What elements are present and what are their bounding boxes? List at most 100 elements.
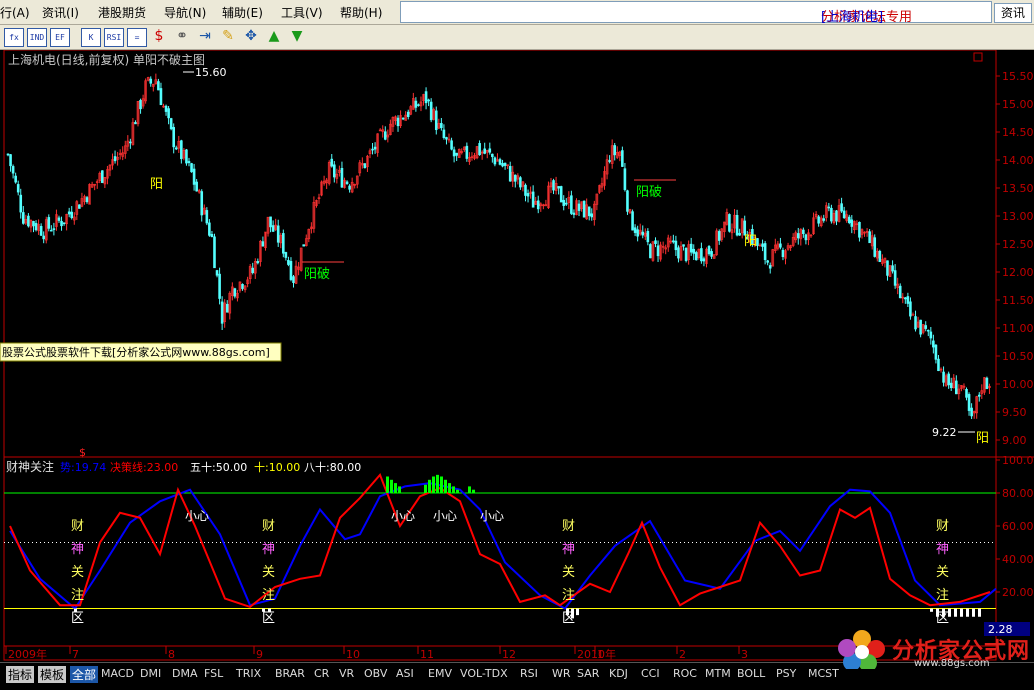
- pane-maximize-icon[interactable]: [973, 52, 983, 62]
- goto-icon[interactable]: ⇥: [196, 28, 214, 45]
- price-tick-label: 11.00: [1002, 322, 1034, 335]
- tab-indicator-vr[interactable]: VR: [339, 667, 354, 680]
- menu-item-hk-futures[interactable]: 港股期货: [98, 4, 146, 21]
- histogram-bar: [440, 476, 443, 493]
- time-axis-label: 12: [502, 648, 516, 661]
- candle-body: [649, 244, 652, 259]
- attention-zone-char: 注: [562, 588, 575, 603]
- tab-indicator-dma[interactable]: DMA: [172, 667, 198, 680]
- tab-indicator-cr[interactable]: CR: [314, 667, 329, 680]
- tab-all[interactable]: 全部: [70, 666, 99, 683]
- tab-indicator-boll[interactable]: BOLL: [737, 667, 765, 680]
- candle-body: [16, 184, 20, 193]
- list-icon[interactable]: =: [127, 28, 147, 47]
- yang-marker: 阳: [150, 177, 163, 192]
- candle-body: [955, 380, 958, 395]
- tab-indicator-dmi[interactable]: DMI: [140, 667, 161, 680]
- tab-indicator-vol-tdx[interactable]: VOL-TDX: [460, 667, 508, 680]
- info-button[interactable]: 资讯: [994, 3, 1032, 23]
- candle-body: [129, 141, 132, 144]
- main-chart-title: 上海机电(日线,前复权) 单阳不破主图: [8, 52, 205, 67]
- menu-item-tools[interactable]: 工具(V): [281, 4, 323, 21]
- candle-body: [67, 211, 71, 215]
- tab-indicator-rsi[interactable]: RSI: [520, 667, 538, 680]
- tab-indicator-obv[interactable]: OBV: [364, 667, 387, 680]
- tab-indicator[interactable]: 指标: [6, 666, 35, 683]
- menu-item-news[interactable]: 资讯(I): [42, 4, 79, 21]
- tab-indicator-cci[interactable]: CCI: [641, 667, 660, 680]
- candle-body: [707, 246, 711, 255]
- candle-body: [559, 186, 563, 203]
- candle-body: [57, 217, 61, 221]
- price-tick-label: 13.50: [1002, 182, 1034, 195]
- candle-body: [847, 216, 851, 223]
- candle-body: [60, 220, 63, 227]
- candle-body: [187, 161, 191, 164]
- yang-broken-marker: 阳破: [304, 267, 330, 282]
- tab-indicator-kdj[interactable]: KDJ: [609, 667, 628, 680]
- price-tick-label: 13.00: [1002, 210, 1034, 223]
- price-tick-label: 10.00: [1002, 378, 1034, 391]
- tab-indicator-trix[interactable]: TRIX: [236, 667, 261, 680]
- tab-indicator-asi[interactable]: ASI: [396, 667, 414, 680]
- move-icon[interactable]: ✥: [242, 28, 260, 45]
- histogram-bar: [386, 476, 389, 493]
- tab-indicator-macd[interactable]: MACD: [101, 667, 134, 680]
- candle-body: [47, 217, 51, 229]
- tab-template[interactable]: 模板: [38, 666, 67, 683]
- candle-body: [261, 241, 265, 247]
- tab-indicator-mtm[interactable]: MTM: [705, 667, 731, 680]
- time-axis-label: 11: [420, 648, 434, 661]
- candle-body: [192, 168, 196, 185]
- tab-indicator-emv[interactable]: EMV: [428, 667, 452, 680]
- tab-indicator-fsl[interactable]: FSL: [204, 667, 223, 680]
- rsi-icon[interactable]: RSI: [104, 28, 124, 47]
- indicator-tick-label: 80.00: [1002, 487, 1034, 500]
- price-tick-label: 12.00: [1002, 266, 1034, 279]
- time-axis-label: 8: [168, 648, 175, 661]
- export-icon[interactable]: EF: [50, 28, 70, 47]
- candle-body: [85, 197, 89, 203]
- candle-body: [850, 219, 854, 227]
- menu-item-trade[interactable]: 行(A): [0, 4, 30, 21]
- tab-indicator-brar[interactable]: BRAR: [275, 667, 305, 680]
- candle-body: [302, 244, 306, 247]
- attention-zone-char: 区: [562, 611, 575, 626]
- candle-body: [11, 166, 15, 174]
- histogram-bar: [424, 484, 427, 493]
- tab-indicator-sar[interactable]: SAR: [577, 667, 599, 680]
- arrow-up-icon[interactable]: ▲: [265, 28, 283, 45]
- dollar-icon[interactable]: $: [150, 28, 168, 45]
- candle-body: [929, 331, 933, 339]
- candle-body: [190, 163, 193, 173]
- tab-indicator-wr[interactable]: WR: [552, 667, 571, 680]
- histogram-bar: [456, 489, 459, 493]
- menu-item-help[interactable]: 帮助(H): [340, 4, 382, 21]
- tab-indicator-roc[interactable]: ROC: [673, 667, 697, 680]
- candle-body: [804, 234, 808, 241]
- menu-item-assist[interactable]: 辅助(E): [222, 4, 263, 21]
- candle-body: [417, 104, 420, 106]
- candle-body: [210, 234, 214, 238]
- link-icon[interactable]: ⚭: [173, 28, 191, 45]
- candle-body: [779, 243, 782, 248]
- pencil-icon[interactable]: ✎: [219, 28, 237, 45]
- candle-body: [674, 240, 678, 251]
- indicator-icon[interactable]: IND: [27, 28, 47, 47]
- histogram-bar: [394, 483, 397, 493]
- menu-item-navigate[interactable]: 导航(N): [164, 4, 206, 21]
- candle-body: [947, 373, 950, 386]
- candle-body: [914, 316, 917, 330]
- chart-icon[interactable]: K: [81, 28, 101, 47]
- chart-svg[interactable]: 15.50 15.00 14.50 14.00 13.50 13.00 12.50 12.00…: [0, 49, 1034, 662]
- arrow-down-icon[interactable]: ▼: [288, 28, 306, 45]
- candle-body: [21, 212, 25, 224]
- price-tick-label: 14.50: [1002, 126, 1034, 139]
- candle-body: [488, 148, 492, 153]
- candle-body: [766, 260, 769, 263]
- candle-body: [195, 181, 198, 192]
- candle-body: [967, 394, 971, 411]
- formula-icon[interactable]: fx: [4, 28, 24, 47]
- candle-body: [677, 247, 680, 259]
- tab-indicator-psy[interactable]: PSY: [776, 667, 796, 680]
